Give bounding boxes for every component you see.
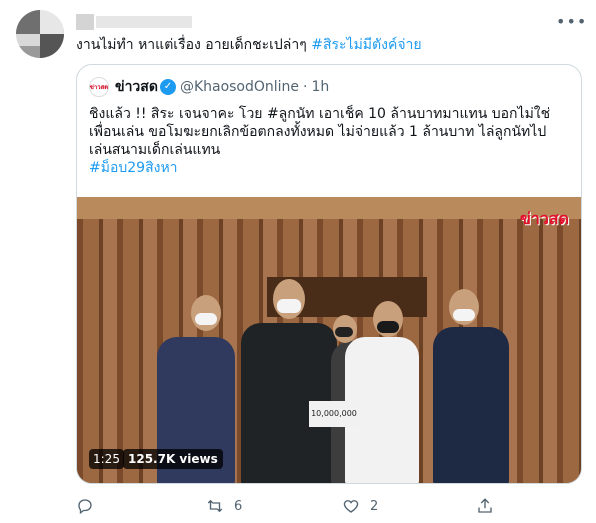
blurred-block xyxy=(76,14,94,30)
tweet-actions: 6 2 xyxy=(76,494,576,518)
quoted-hashtag-link[interactable]: #ม็อบ29สิงหา xyxy=(89,159,573,177)
blurred-block xyxy=(96,16,192,28)
tweet[interactable]: ••• งานไม่ทำ หาแต่เรื่อง อายเด็กชะเปล่าๆ… xyxy=(0,0,596,523)
quoted-author-handle[interactable]: @KhaosodOnline xyxy=(180,79,299,95)
khaosod-watermark: ข่าวสด xyxy=(519,209,569,228)
quoted-body-line: เล่นสนามเด็กเล่นแทน xyxy=(89,142,221,158)
quoted-tweet-body: ชิงแล้ว !! สิระ เจนจาคะ โวย #ลูกนัท เอาเ… xyxy=(89,105,573,177)
separator-dot: · xyxy=(303,79,308,95)
face-mask xyxy=(277,299,301,313)
cheque-sign: 10,000,000 xyxy=(309,401,359,427)
face-mask xyxy=(377,321,399,333)
reply-icon xyxy=(78,499,92,515)
avatar[interactable] xyxy=(16,10,64,58)
more-horizontal-icon[interactable]: ••• xyxy=(556,12,586,32)
khaosod-logo: ข่าวสด xyxy=(89,77,109,97)
quoted-tweet-header: ข่าวสด ข่าวสด ✓ @KhaosodOnline · 1h xyxy=(89,77,333,97)
like-count: 2 xyxy=(370,498,379,514)
quoted-tweet[interactable]: ข่าวสด ข่าวสด ✓ @KhaosodOnline · 1h ชิงแ… xyxy=(76,64,582,484)
video-player[interactable]: 10,000,000 ข่าวสด 1:25 125.7K views xyxy=(77,197,581,483)
share-icon xyxy=(478,498,492,513)
quoted-author-name[interactable]: ข่าวสด xyxy=(115,76,158,98)
video-views: 125.7K views xyxy=(123,449,223,469)
share-button[interactable] xyxy=(476,494,504,518)
hashtag-link[interactable]: #สิระไม่มีตังค์จ่าย xyxy=(311,37,421,53)
retweet-button[interactable]: 6 xyxy=(206,494,242,518)
verified-badge-icon: ✓ xyxy=(159,79,176,95)
video-duration: 1:25 xyxy=(89,449,124,469)
blurred-author-name[interactable] xyxy=(76,14,196,30)
tweet-text-body: งานไม่ทำ หาแต่เรื่อง อายเด็กชะเปล่าๆ xyxy=(76,37,312,53)
face-mask xyxy=(453,309,475,321)
person-figure xyxy=(433,327,509,483)
tweet-text: งานไม่ทำ หาแต่เรื่อง อายเด็กชะเปล่าๆ #สิ… xyxy=(76,36,422,54)
avatar-pixel xyxy=(16,10,40,34)
quoted-body-line: ชิงแล้ว !! สิระ เจนจาคะ โวย #ลูกนัท เอาเ… xyxy=(89,106,551,122)
quoted-timestamp[interactable]: 1h xyxy=(312,79,330,95)
ceiling-beam xyxy=(77,197,581,219)
avatar-pixel xyxy=(40,34,64,58)
face-mask xyxy=(195,313,217,325)
like-button[interactable]: 2 xyxy=(342,494,378,518)
quoted-body-line: เพื่อนเล่น ขอโมฆะยกเลิกข้อตกลงทั้งหมด ไม… xyxy=(89,124,547,140)
heart-icon xyxy=(343,500,359,513)
reply-button[interactable] xyxy=(76,494,104,518)
retweet-icon xyxy=(207,499,223,513)
face-mask xyxy=(335,327,353,337)
avatar-pixel xyxy=(40,10,64,34)
retweet-count: 6 xyxy=(234,498,243,514)
